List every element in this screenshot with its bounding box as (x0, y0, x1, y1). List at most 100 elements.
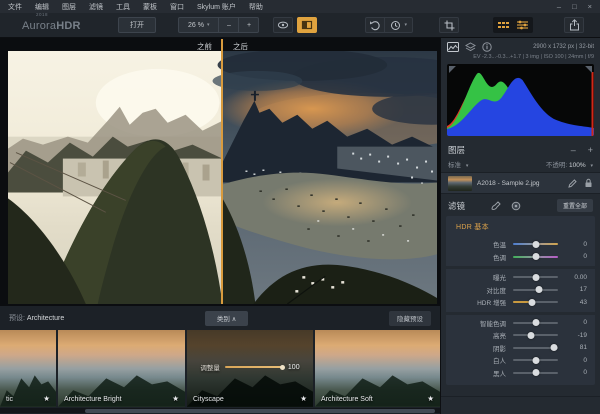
gear-icon[interactable] (511, 201, 521, 211)
toggle-filters-panel-button[interactable] (513, 17, 533, 33)
slider-knob[interactable] (532, 357, 539, 364)
exif-info: EV -2.3...-0.3...+1.7 | 3 img | ISO 100 … (441, 53, 600, 62)
logo-name-bold: HDR (56, 20, 80, 32)
slider-knob[interactable] (532, 319, 539, 326)
menu-edit[interactable]: 编辑 (35, 2, 49, 12)
slider-knob[interactable] (550, 344, 557, 351)
maximize-button[interactable]: □ (572, 2, 577, 11)
menu-window[interactable]: 窗口 (170, 2, 184, 12)
zoom-out-button[interactable]: – (219, 17, 239, 33)
brush-icon[interactable] (491, 201, 502, 210)
star-icon[interactable]: ★ (300, 394, 307, 403)
slider-knob[interactable] (532, 241, 539, 248)
slider-row-shadows: 阴影 81 (446, 342, 595, 355)
close-button[interactable]: × (588, 2, 592, 11)
exposure-slider[interactable] (513, 276, 558, 278)
preset-name: Architecture Bright (64, 396, 122, 403)
slider-knob[interactable] (536, 286, 543, 293)
histogram-tab-icon[interactable] (447, 42, 459, 52)
edit-layer-pencil-icon[interactable] (568, 179, 577, 188)
layer-name: A2018 - Sample 2.jpg (477, 180, 540, 187)
open-button[interactable]: 打开 (118, 17, 156, 33)
presets-scrollbar (0, 408, 440, 413)
slider-knob[interactable] (528, 332, 535, 339)
history-button[interactable]: ▾ (385, 17, 413, 33)
opacity-dropdown[interactable]: 不透明: 100% ▾ (546, 159, 593, 169)
slider-row-smart-tone: 智能色调 0 (446, 317, 595, 330)
menu-skylum-account[interactable]: Skylum 账户 (197, 2, 236, 12)
hdr-enhance-slider[interactable] (513, 301, 558, 303)
highlights-slider[interactable] (513, 334, 558, 336)
preset-thumbnails: tic ★ Architecture Bright ★ 调整量 100 City… (0, 330, 440, 407)
preset-name: tic (6, 396, 13, 403)
minimize-button[interactable]: – (557, 2, 561, 11)
layers-panel-title: 图层 (448, 144, 465, 156)
undo-button[interactable] (365, 17, 385, 33)
right-sidebar: 2900 x 1732 px | 32-bit EV -2.3...-0.3..… (440, 38, 600, 414)
toggle-presets-panel-button[interactable] (493, 17, 513, 33)
current-preset-label: 预设: Architecture (9, 313, 64, 323)
preset-thumb-2[interactable]: Architecture Bright ★ (58, 330, 185, 407)
zoom-level-dropdown[interactable]: 26 %▾ (178, 17, 219, 33)
slider-value: 0.00 (565, 274, 587, 281)
remove-layer-button[interactable]: – (571, 146, 576, 155)
categories-button[interactable]: 类别 ∧ (205, 311, 249, 326)
scrollbar-thumb[interactable] (85, 409, 435, 413)
filter-section-title[interactable]: HDR 基本 (446, 216, 595, 236)
filters-panel-title: 滤镜 (448, 200, 465, 212)
blacks-slider[interactable] (513, 372, 558, 374)
menu-tools[interactable]: 工具 (116, 2, 130, 12)
quick-preview-button[interactable] (273, 17, 293, 33)
slider-label: 色温 (454, 239, 506, 249)
tint-slider[interactable] (513, 256, 558, 258)
slider-row-tint: 色调 0 (446, 251, 595, 264)
smart-tone-slider[interactable] (513, 322, 558, 324)
star-icon[interactable]: ★ (427, 394, 434, 403)
menu-filters[interactable]: 滤镜 (89, 2, 103, 12)
slider-knob[interactable] (532, 369, 539, 376)
preset-thumb-3-selected[interactable]: 调整量 100 Cityscape ★ (187, 330, 313, 407)
slider-label: HDR 增强 (454, 297, 506, 307)
preset-thumb-4[interactable]: Architecture Soft ★ (315, 330, 440, 407)
zoom-value: 26 % (188, 22, 204, 29)
layers-tab-icon[interactable] (465, 42, 476, 52)
lock-icon[interactable] (584, 178, 593, 188)
hide-presets-button[interactable]: 隐藏预设 (389, 311, 431, 326)
sidebar-section-divider (441, 396, 600, 397)
preset-name: Cityscape (193, 396, 224, 403)
star-icon[interactable]: ★ (43, 394, 50, 403)
layer-thumbnail (448, 176, 472, 191)
preset-thumb-1[interactable]: tic ★ (0, 330, 56, 407)
menu-mask[interactable]: 蒙板 (143, 2, 157, 12)
shadows-slider[interactable] (513, 347, 558, 349)
star-icon[interactable]: ★ (172, 394, 179, 403)
layer-row[interactable]: A2018 - Sample 2.jpg (441, 172, 600, 194)
menu-file[interactable]: 文件 (8, 2, 22, 12)
compare-split-button[interactable] (297, 17, 317, 33)
slider-label: 高亮 (454, 330, 506, 340)
info-icon[interactable] (482, 42, 492, 52)
menu-help[interactable]: 帮助 (249, 2, 263, 12)
contrast-slider[interactable] (513, 289, 558, 291)
slider-value: 0 (565, 241, 587, 248)
menu-layers[interactable]: 图层 (62, 2, 76, 12)
add-layer-button[interactable]: + (588, 146, 593, 155)
compare-divider-handle[interactable] (221, 39, 223, 304)
amount-knob[interactable] (280, 365, 285, 370)
slider-value: 43 (565, 299, 587, 306)
blend-mode-dropdown[interactable]: 标准 ▾ (448, 159, 468, 169)
slider-value: 0 (565, 253, 587, 260)
slider-knob[interactable] (529, 299, 536, 306)
histogram[interactable] (447, 64, 594, 136)
slider-knob[interactable] (532, 253, 539, 260)
temperature-slider[interactable] (513, 243, 558, 245)
export-button[interactable] (564, 17, 584, 33)
slider-label: 智能色调 (454, 318, 506, 328)
zoom-in-button[interactable]: + (239, 17, 259, 33)
slider-knob[interactable] (532, 274, 539, 281)
crop-button[interactable] (439, 17, 459, 33)
slider-label: 色调 (454, 252, 506, 262)
amount-slider[interactable] (225, 366, 283, 368)
reset-all-button[interactable]: 重置全部 (557, 199, 593, 212)
whites-slider[interactable] (513, 359, 558, 361)
